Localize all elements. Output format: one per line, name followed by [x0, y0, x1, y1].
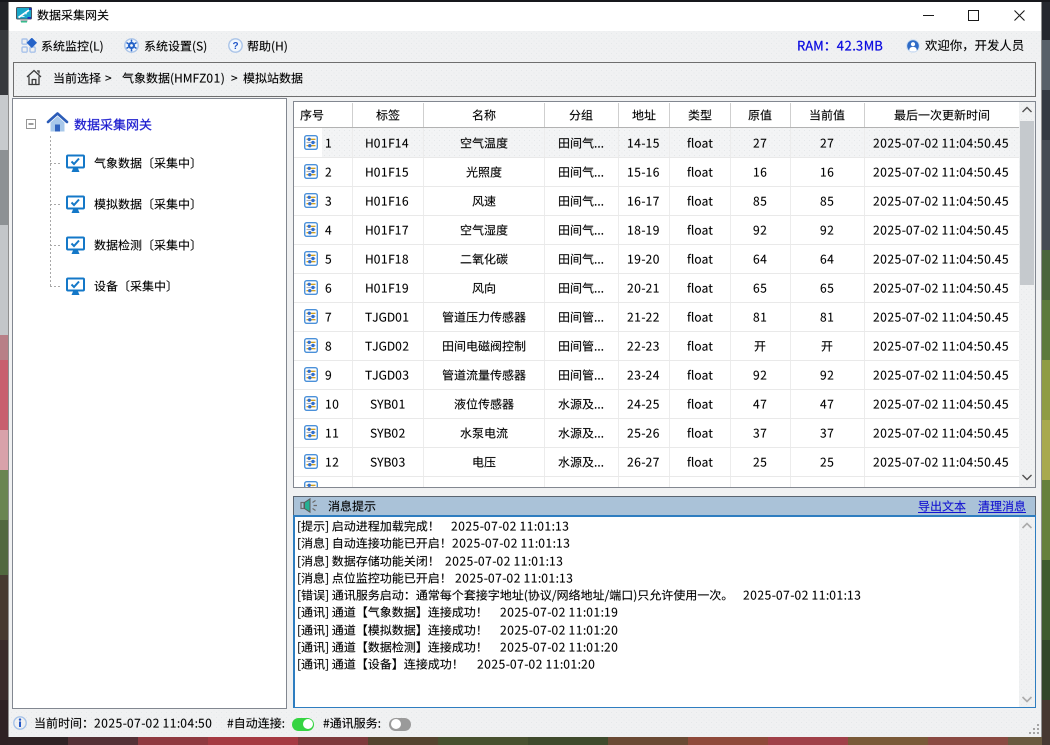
svg-text:?: ?: [232, 41, 238, 52]
